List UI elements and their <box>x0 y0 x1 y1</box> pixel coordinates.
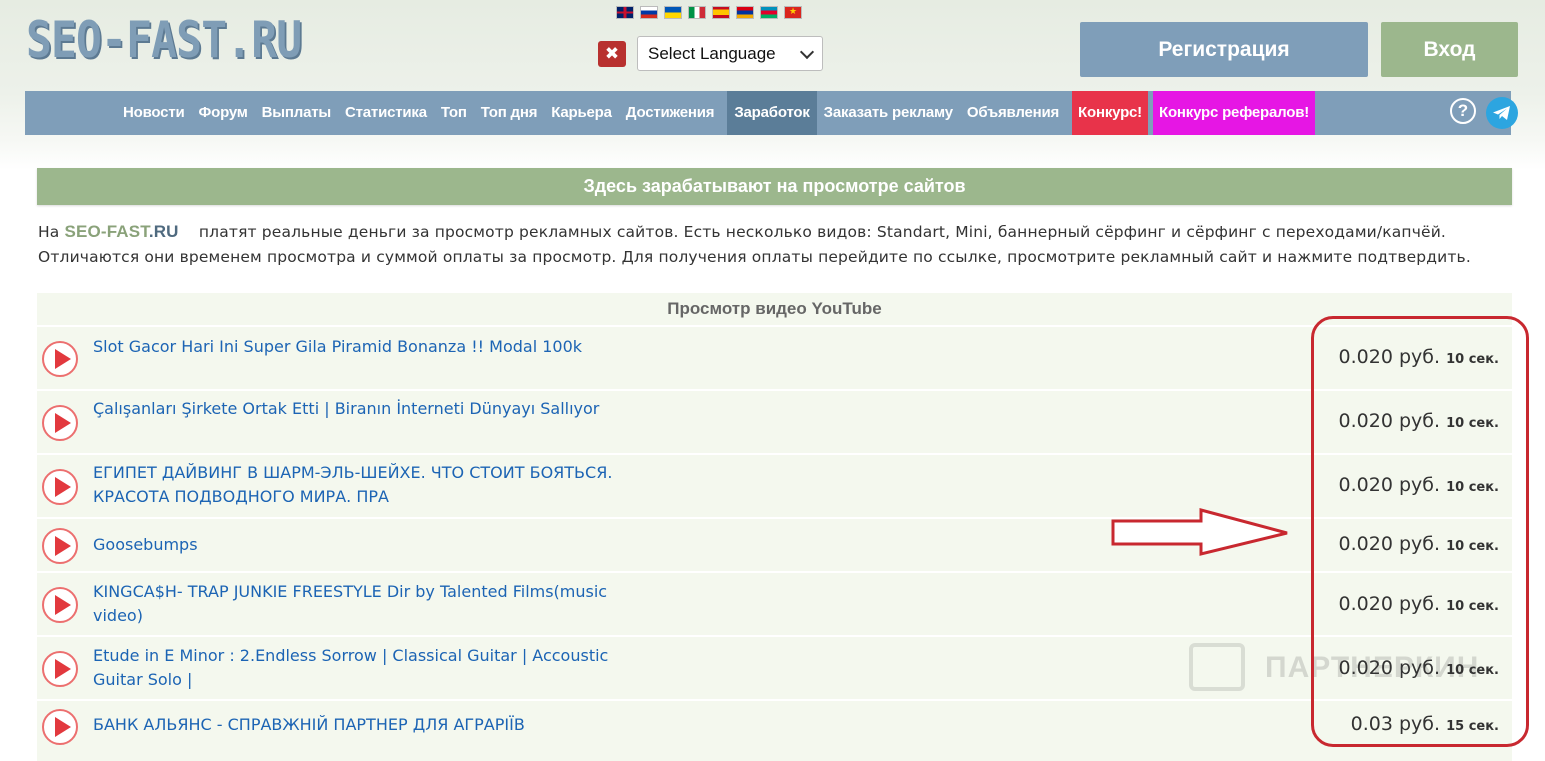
nav-top-day[interactable]: Топ дня <box>474 91 545 135</box>
annotation-arrow-icon <box>1111 508 1288 556</box>
nav-news[interactable]: Новости <box>116 91 192 135</box>
play-icon[interactable] <box>42 469 78 505</box>
play-icon[interactable] <box>42 341 78 377</box>
register-button[interactable]: Регистрация <box>1080 22 1368 77</box>
flag-es-icon[interactable] <box>712 6 730 19</box>
table-row: Çalışanları Şirkete Ortak Etti | Biranın… <box>37 391 1512 455</box>
chevron-down-icon <box>799 44 815 59</box>
flag-az-icon[interactable] <box>760 6 778 19</box>
highlight-box <box>1311 316 1529 747</box>
play-icon[interactable] <box>42 405 78 441</box>
task-link[interactable]: Etude in E Minor : 2.Endless Sorrow | Cl… <box>93 644 613 692</box>
flag-vn-icon[interactable]: ★ <box>784 6 802 19</box>
play-icon[interactable] <box>42 587 78 623</box>
nav-contest[interactable]: Конкурс! <box>1072 91 1148 135</box>
login-button[interactable]: Вход <box>1381 22 1518 77</box>
close-translate-button[interactable]: ✖ <box>598 41 626 67</box>
nav-order-ad[interactable]: Заказать рекламу <box>817 91 960 135</box>
task-link[interactable]: ЕГИПЕТ ДАЙВИНГ В ШАРМ-ЭЛЬ-ШЕЙХЕ. ЧТО СТО… <box>93 461 613 509</box>
help-icon[interactable]: ? <box>1450 98 1476 124</box>
flag-gb-icon[interactable] <box>616 6 634 19</box>
main-nav: Новости Форум Выплаты Статистика Топ Топ… <box>25 91 1511 135</box>
task-link[interactable]: Slot Gacor Hari Ini Super Gila Piramid B… <box>93 335 613 359</box>
play-icon[interactable] <box>42 528 78 564</box>
language-select[interactable]: Select Language <box>637 36 823 71</box>
nav-statistics[interactable]: Статистика <box>338 91 434 135</box>
table-row: KINGCA$H- TRAP JUNKIE FREESTYLE Dir by T… <box>37 573 1512 637</box>
nav-career[interactable]: Карьера <box>544 91 619 135</box>
telegram-icon[interactable] <box>1486 97 1518 129</box>
flag-am-icon[interactable] <box>736 6 754 19</box>
nav-achievements[interactable]: Достижения <box>619 91 722 135</box>
play-icon[interactable] <box>42 651 78 687</box>
watermark-icon <box>1189 643 1245 691</box>
nav-announcements[interactable]: Объявления <box>960 91 1066 135</box>
task-link[interactable]: БАНК АЛЬЯНС - СПРАВЖНІЙ ПАРТНЕР ДЛЯ АГРА… <box>93 713 613 737</box>
language-select-value: Select Language <box>648 43 776 63</box>
task-link[interactable]: KINGCA$H- TRAP JUNKIE FREESTYLE Dir by T… <box>93 580 613 628</box>
site-name: SEO-FAST.RU <box>64 222 179 241</box>
nav-forum[interactable]: Форум <box>192 91 255 135</box>
intro-text: На SEO-FAST.RU платят реальные деньги за… <box>38 222 1471 266</box>
nav-earnings[interactable]: Заработок <box>727 91 817 135</box>
page-banner: Здесь зарабатывают на просмотре сайтов <box>37 168 1512 205</box>
table-row: БАНК АЛЬЯНС - СПРАВЖНІЙ ПАРТНЕР ДЛЯ АГРА… <box>37 701 1512 757</box>
table-row: Slot Gacor Hari Ini Super Gila Piramid B… <box>37 327 1512 391</box>
task-link[interactable]: Çalışanları Şirkete Ortak Etti | Biranın… <box>93 397 613 421</box>
nav-top[interactable]: Топ <box>434 91 474 135</box>
flag-ru-icon[interactable] <box>640 6 658 19</box>
language-flags: ★ <box>616 6 802 19</box>
nav-payouts[interactable]: Выплаты <box>255 91 338 135</box>
nav-referral-contest[interactable]: Конкурс рефералов! <box>1152 91 1316 135</box>
play-icon[interactable] <box>42 709 78 745</box>
flag-ua-icon[interactable] <box>664 6 682 19</box>
task-link[interactable]: Goosebumps <box>93 533 613 557</box>
flag-it-icon[interactable] <box>688 6 706 19</box>
site-logo[interactable]: SEO-FAST.RU <box>26 10 302 70</box>
table-heading: Просмотр видео YouTube <box>37 293 1512 327</box>
